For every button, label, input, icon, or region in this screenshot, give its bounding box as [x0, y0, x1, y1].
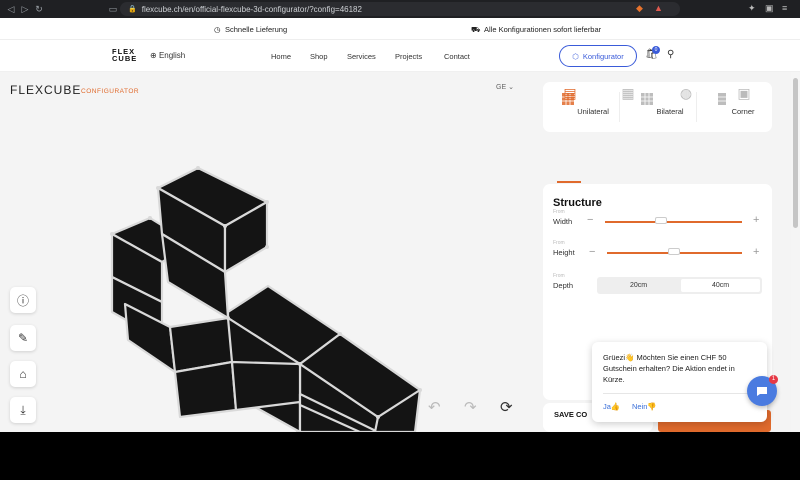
nav-shop[interactable]: Shop — [310, 52, 328, 61]
back-button[interactable]: ◁ — [4, 4, 18, 15]
language-switcher[interactable]: ⊕ English — [150, 51, 185, 60]
promo-availability: Alle Konfigurationen sofort lieferbar — [484, 25, 602, 34]
grid-tab-icon[interactable]: ▦ — [617, 85, 639, 107]
extensions-icon[interactable]: ✦ — [748, 3, 756, 14]
chat-yes-option[interactable]: Ja👍 — [603, 402, 620, 411]
site-header: FLEX CUBE ⊕ English Home Shop Services Pr… — [0, 40, 800, 72]
depth-selector: 20cm 40cm — [597, 277, 762, 294]
nav-contact[interactable]: Contact — [444, 52, 470, 61]
depth-label: Depth — [553, 281, 574, 290]
brave-rewards-icon[interactable]: ▲ — [654, 3, 663, 13]
depth-option-40cm[interactable]: 40cm — [681, 279, 760, 292]
scrollbar-thumb[interactable] — [793, 78, 798, 228]
active-tab-indicator — [557, 181, 581, 183]
chat-notification-badge: 1 — [769, 375, 778, 384]
profile-icon[interactable]: ▣ — [765, 3, 774, 14]
chat-bubble-icon — [757, 387, 767, 396]
flexcube-logo[interactable]: FLEX CUBE — [112, 48, 137, 63]
brave-shield-icon[interactable]: ◆ — [636, 3, 643, 14]
cube-icon: ⬡ — [572, 51, 579, 61]
reload-button[interactable]: ↻ — [32, 4, 46, 15]
clock-icon: ◷ — [214, 25, 221, 34]
depth-option-20cm[interactable]: 20cm — [599, 279, 678, 292]
promo-delivery: Schnelle Lieferung — [225, 25, 288, 34]
nav-home[interactable]: Home — [271, 52, 291, 61]
drawer-tab-icon[interactable]: ▣ — [733, 85, 755, 107]
promo-bar: ◷ Schnelle Lieferung ⛟ Alle Konfiguratio… — [0, 18, 800, 40]
width-slider[interactable] — [605, 221, 742, 223]
info-button[interactable]: ⓘ — [10, 287, 36, 313]
rotate-icon[interactable]: ⟳ — [500, 398, 513, 416]
address-bar[interactable]: 🔒 flexcube.ch/en/official-flexcube-3d-co… — [120, 2, 680, 16]
corner-icon — [718, 93, 727, 105]
redo-icon[interactable]: ↷ — [464, 398, 477, 416]
width-plus-button[interactable]: + — [753, 214, 759, 226]
download-icon: ⤓ — [20, 402, 26, 417]
home-icon: ⌂ — [19, 367, 27, 381]
chat-message: Grüezi👋 Möchten Sie einen CHF 50 Gutsche… — [603, 353, 735, 384]
height-minus-button[interactable]: − — [589, 246, 595, 258]
download-button[interactable]: ⤓ — [10, 397, 36, 423]
shelf-3d-model[interactable] — [0, 72, 540, 432]
forward-button[interactable]: ▷ — [18, 4, 32, 15]
lock-icon: 🔒 — [128, 6, 137, 13]
tag-button[interactable]: ✎ — [10, 325, 36, 351]
bookmark-icon[interactable]: ▭ — [106, 4, 120, 15]
chat-popup: Grüezi👋 Möchten Sie einen CHF 50 Gutsche… — [592, 342, 767, 422]
chat-no-option[interactable]: Nein👎 — [632, 402, 657, 411]
tag-icon: ✎ — [17, 331, 29, 345]
cart-count-badge: 0 — [652, 46, 660, 54]
konfigurator-button[interactable]: ⬡ Konfigurator — [559, 45, 637, 67]
width-minus-button[interactable]: − — [587, 214, 593, 226]
home-view-button[interactable]: ⌂ — [10, 361, 36, 387]
height-slider-thumb[interactable] — [668, 248, 680, 255]
nav-projects[interactable]: Projects — [395, 52, 422, 61]
structure-tab-icon[interactable]: ▤ — [559, 85, 581, 107]
bilateral-icon — [641, 93, 654, 105]
structure-title: Structure — [553, 197, 602, 209]
menu-icon[interactable]: ≡ — [782, 3, 787, 13]
info-icon: ⓘ — [16, 293, 29, 308]
globe-icon: ⊕ — [150, 51, 157, 60]
url-text: flexcube.ch/en/official-flexcube-3d-conf… — [141, 4, 362, 14]
undo-icon[interactable]: ↶ — [428, 398, 441, 416]
nav-services[interactable]: Services — [347, 52, 376, 61]
truck-icon: ⛟ — [471, 25, 481, 34]
height-label: Height — [553, 248, 575, 257]
width-slider-thumb[interactable] — [655, 217, 667, 224]
search-icon[interactable]: ⚲ — [667, 49, 674, 60]
height-plus-button[interactable]: + — [753, 246, 759, 258]
width-label: Width — [553, 217, 573, 226]
save-configuration-button[interactable]: SAVE CO — [554, 410, 587, 419]
color-palette-tab-icon[interactable]: ◍ — [675, 85, 697, 107]
configurator-canvas[interactable]: FLEXCUBE CONFIGURATOR GE ⌄ ⓘ ✎ ⌂ ⤓ ↶ ↷ ⟳ — [0, 72, 540, 432]
